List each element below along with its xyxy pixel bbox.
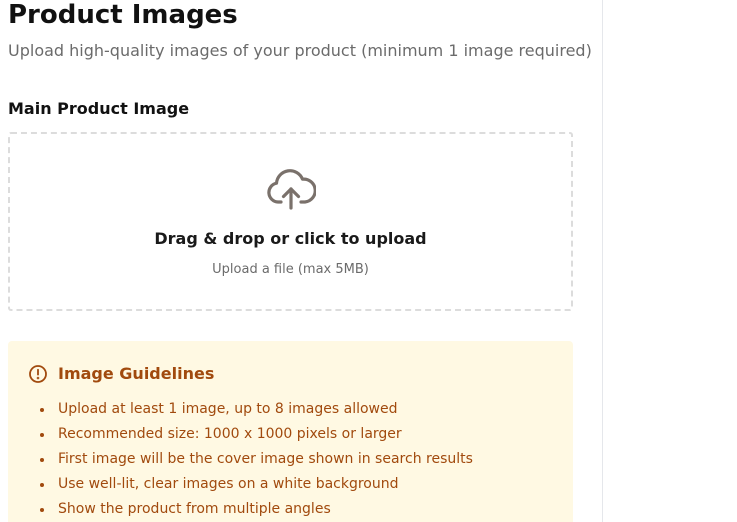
guidelines-list: Upload at least 1 image, up to 8 images … [38,397,473,522]
guideline-item: Show the product from multiple angles [38,497,473,522]
main-image-label: Main Product Image [8,99,190,118]
product-images-panel: Product Images Upload high-quality image… [0,0,603,522]
cloud-upload-icon [267,169,316,210]
guideline-item: Recommended size: 1000 x 1000 pixels or … [38,422,473,447]
guidelines-title: Image Guidelines [58,364,215,383]
dropzone-hint: Upload a file (max 5MB) [212,262,369,277]
image-guidelines-box: Image Guidelines Upload at least 1 image… [8,341,573,522]
dropzone-title: Drag & drop or click to upload [154,229,427,248]
alert-circle-icon [29,365,47,383]
guideline-item: Upload at least 1 image, up to 8 images … [38,397,473,422]
guidelines-header: Image Guidelines [28,363,214,385]
guideline-item: First image will be the cover image show… [38,447,473,472]
main-image-dropzone[interactable]: Drag & drop or click to upload Upload a … [8,132,573,311]
page-subtitle: Upload high-quality images of your produ… [8,41,592,60]
guideline-item: Use well-lit, clear images on a white ba… [38,472,473,497]
page-title: Product Images [8,0,238,30]
